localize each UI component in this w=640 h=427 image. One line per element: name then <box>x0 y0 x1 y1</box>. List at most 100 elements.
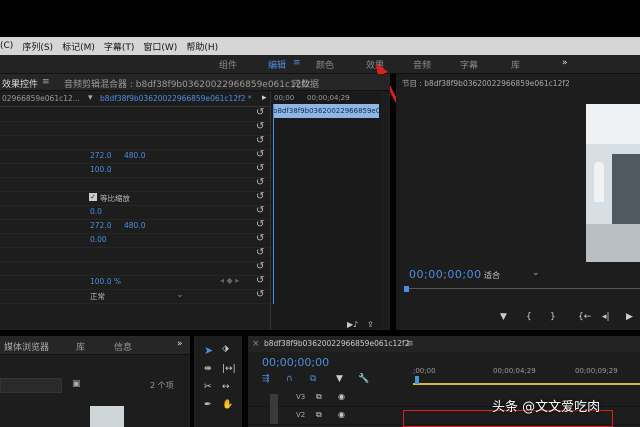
linked-selection-icon[interactable]: ∩ <box>286 374 293 384</box>
menu-item-marker[interactable]: 标记(M) <box>62 40 95 53</box>
more-workspaces-icon[interactable]: » <box>562 58 568 68</box>
opacity-value[interactable]: 100.0 % <box>90 277 121 286</box>
reset-icon[interactable]: ↺ <box>256 206 266 216</box>
reset-icon[interactable]: ↺ <box>256 220 266 230</box>
effect-clip-bar[interactable]: b8df38f9b03620022966859e0 <box>273 104 379 118</box>
workspace-audio[interactable]: 音频 <box>413 58 431 71</box>
ripple-edit-tool-icon[interactable]: ⇼ <box>204 364 212 374</box>
tools-panel: ➤ ⬗ ⇼ |↔| ✂ ↔ ✒ ✋ <box>194 336 242 427</box>
reset-icon[interactable]: ↺ <box>256 234 266 244</box>
new-bin-icon[interactable]: ▣ <box>72 379 81 389</box>
chevron-down-icon[interactable]: ▾ <box>88 93 93 103</box>
tab-audio-clip-mixer[interactable]: 音频剪辑混合器 : b8df38f9b03620022966859e061c12… <box>64 77 310 90</box>
clip-thumbnail[interactable] <box>90 406 124 427</box>
reset-icon[interactable]: ↺ <box>256 150 266 160</box>
reset-icon[interactable]: ↺ <box>256 164 266 174</box>
reset-icon[interactable]: ↺ <box>256 248 266 258</box>
clip-label[interactable]: b8df38f9b03620022966859e061c12f2 * <box>100 94 252 103</box>
workspace-editing[interactable]: 编辑 <box>268 58 286 71</box>
blend-mode-select[interactable]: 正常 <box>90 291 105 302</box>
menu-item-title[interactable]: 字幕(T) <box>104 40 135 53</box>
timeline-timecode[interactable]: 00;00;00;00 <box>262 356 329 369</box>
hand-tool-icon[interactable]: ✋ <box>222 400 233 410</box>
workspace-titles[interactable]: 字幕 <box>460 58 478 71</box>
property-row: ↺ <box>0 177 270 192</box>
scale-row: 100.0 ↺ <box>0 163 270 178</box>
play-icon[interactable]: ▶ <box>626 312 633 322</box>
scrub-playhead[interactable] <box>404 286 409 292</box>
sync-lock-icon[interactable]: ⧉ <box>316 392 322 402</box>
tab-libraries[interactable]: 库 <box>76 340 85 353</box>
panel-menu-icon[interactable]: ≡ <box>42 77 50 87</box>
reset-icon[interactable]: ↺ <box>256 108 266 118</box>
pen-tool-icon[interactable]: ✒ <box>204 400 212 410</box>
rate-stretch-tool-icon[interactable]: |↔| <box>222 364 236 374</box>
tab-media-browser[interactable]: 媒体浏览器 <box>4 340 49 353</box>
scrub-bar[interactable] <box>406 288 640 289</box>
close-icon[interactable]: × <box>252 339 260 349</box>
rotation-value[interactable]: 0.0 <box>90 207 102 216</box>
track-target-label[interactable]: V2 <box>296 411 305 419</box>
reset-icon[interactable]: ↺ <box>256 178 266 188</box>
scale-value[interactable]: 100.0 <box>90 165 111 174</box>
go-to-in-icon[interactable]: {← <box>578 312 591 322</box>
position-x-value[interactable]: 272.0 <box>90 151 111 160</box>
reset-icon[interactable]: ↺ <box>256 262 266 272</box>
slip-tool-icon[interactable]: ↔ <box>222 382 230 392</box>
tab-info[interactable]: 信息 <box>114 340 132 353</box>
razor-tool-icon[interactable]: ✂ <box>204 382 212 392</box>
reset-icon[interactable]: ↺ <box>256 136 266 146</box>
wrench-icon[interactable]: 🔧 <box>358 374 369 384</box>
marker-icon[interactable]: ▼ <box>500 312 507 322</box>
eye-icon[interactable]: ◉ <box>338 410 345 419</box>
menu-lines-icon[interactable]: ≡ <box>293 58 301 68</box>
chevron-down-icon[interactable]: ⌄ <box>176 290 184 300</box>
selection-tool-icon[interactable]: ➤ <box>204 344 213 357</box>
play-triangle-icon[interactable]: ▸ <box>262 93 267 103</box>
search-input[interactable] <box>0 378 62 393</box>
video-preview[interactable] <box>586 104 640 262</box>
timeline-ruler[interactable]: ;00;00 00;00;04;29 00;00;09;29 <box>413 352 640 388</box>
timeline-playhead[interactable] <box>415 376 419 384</box>
mark-out-icon[interactable]: } <box>550 312 556 322</box>
workspace-color[interactable]: 颜色 <box>316 58 334 71</box>
snap-icon[interactable]: ⇶ <box>262 374 270 384</box>
program-timecode[interactable]: 00;00;00;00 <box>409 268 482 281</box>
position-y-value[interactable]: 480.0 <box>124 151 145 160</box>
eye-icon[interactable]: ◉ <box>338 392 345 401</box>
sync-lock-icon[interactable]: ⧉ <box>316 410 322 420</box>
fit-select[interactable]: 适合 <box>484 270 500 281</box>
reset-icon[interactable]: ↺ <box>256 290 266 300</box>
program-title[interactable]: 节目 : b8df38f9b03620022966859e061c12f2 <box>402 78 570 89</box>
step-back-icon[interactable]: ◂| <box>602 312 610 322</box>
effect-playhead[interactable] <box>273 104 274 304</box>
workspace-libraries[interactable]: 库 <box>511 58 520 71</box>
work-area-bar[interactable] <box>413 383 640 385</box>
chevron-down-icon[interactable]: ⌄ <box>532 268 540 278</box>
mark-in-icon[interactable]: { <box>526 312 532 322</box>
keyframe-nav-icon[interactable]: ◂ ◆ ▸ <box>220 276 239 285</box>
track-target-label[interactable]: V3 <box>296 393 305 401</box>
reset-icon[interactable]: ↺ <box>256 192 266 202</box>
reset-icon[interactable]: ↺ <box>256 122 266 132</box>
track-select-tool-icon[interactable]: ⬗ <box>222 344 229 354</box>
reset-icon[interactable]: ↺ <box>256 276 266 286</box>
workspace-assembly[interactable]: 组件 <box>219 58 237 71</box>
marker-icon[interactable]: ▼ <box>336 374 343 384</box>
flicker-value[interactable]: 0.00 <box>90 235 107 244</box>
anchor-x-value[interactable]: 272.0 <box>90 221 111 230</box>
panel-menu-icon[interactable]: ≡ <box>406 339 414 349</box>
menu-item-help[interactable]: 帮助(H) <box>186 40 218 53</box>
tab-metadata[interactable]: 元数据 <box>292 77 319 90</box>
anchor-y-value[interactable]: 480.0 <box>124 221 145 230</box>
uniform-scale-checkbox[interactable]: ✓ <box>89 193 97 201</box>
export-icon[interactable]: ⇪ <box>367 320 374 329</box>
filter-icon[interactable]: ▶♪ <box>347 320 358 329</box>
menu-item-window[interactable]: 窗口(W) <box>143 40 177 53</box>
more-panels-icon[interactable]: » <box>177 339 183 349</box>
add-marker-icon[interactable]: ⧉ <box>310 374 316 384</box>
tab-effect-controls[interactable]: 效果控件 <box>2 77 38 90</box>
sequence-tab[interactable]: b8df38f9b03620022966859e061c12f2 <box>264 339 409 348</box>
menu-item-clip[interactable]: (C) <box>0 41 13 51</box>
menu-item-sequence[interactable]: 序列(S) <box>22 40 53 53</box>
